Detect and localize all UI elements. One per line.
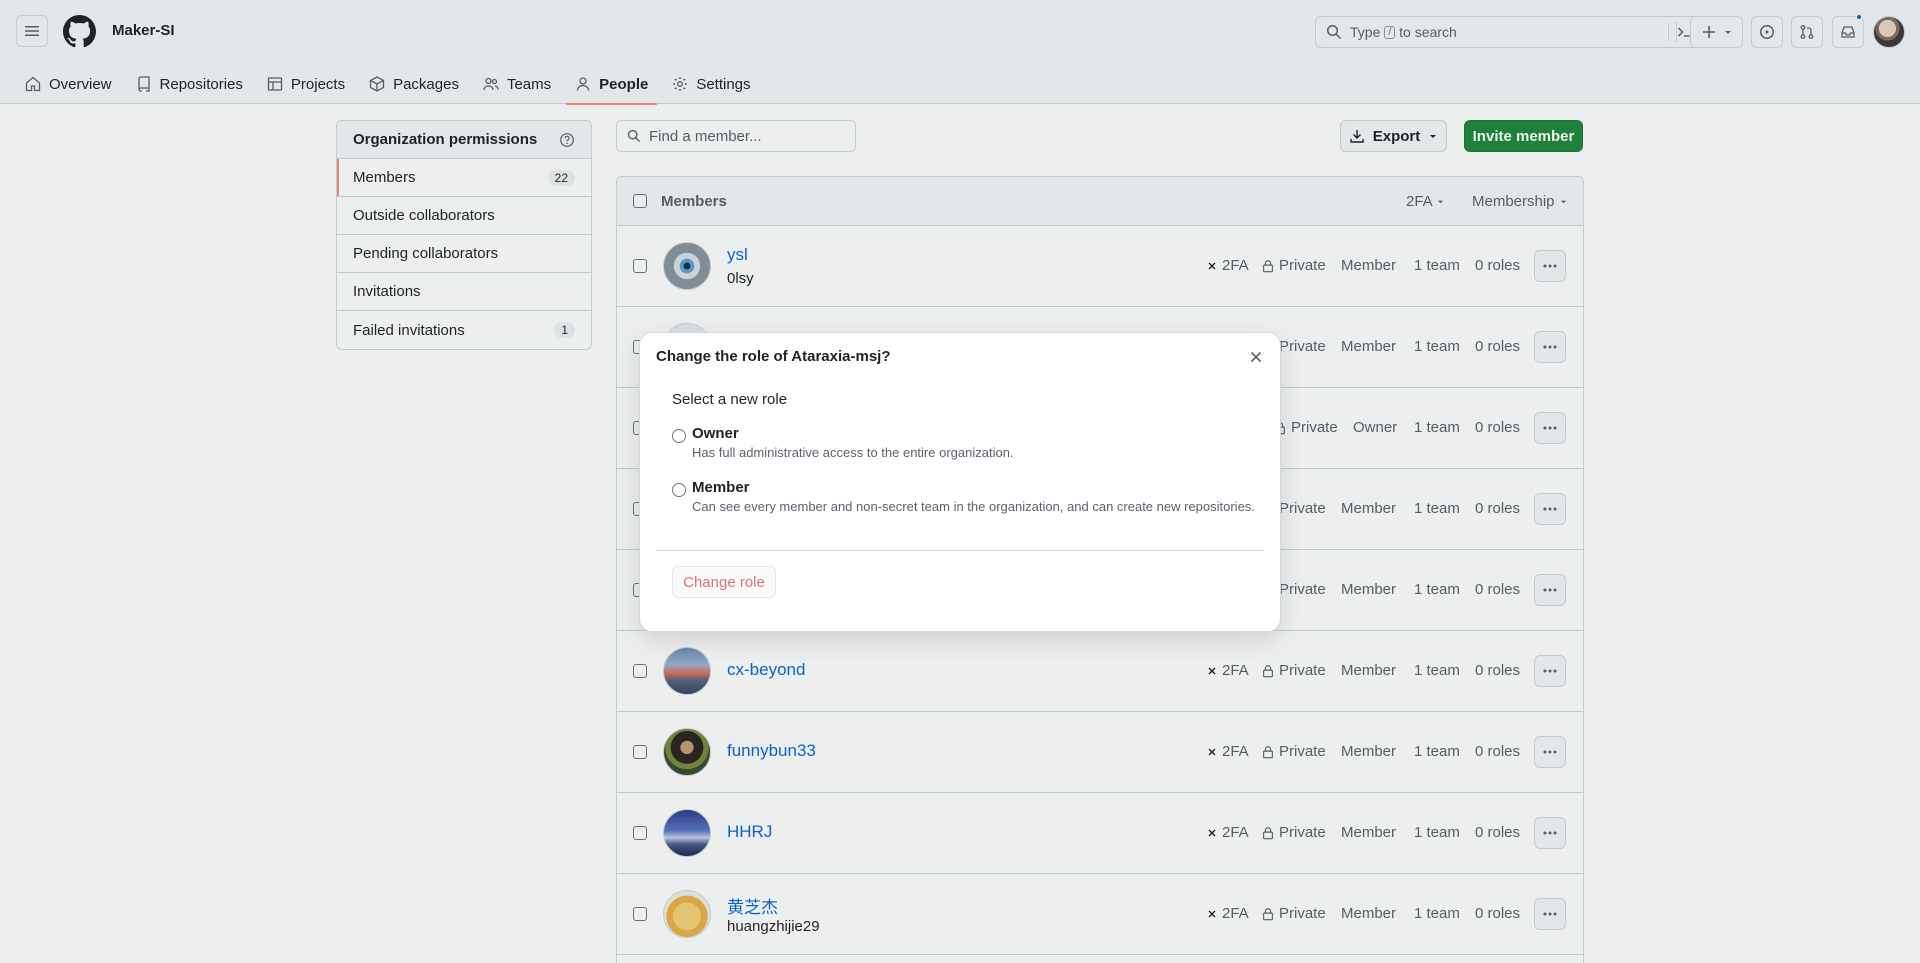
owner-radio[interactable]	[672, 429, 686, 443]
dialog-title: Change the role of Ataraxia-msj?	[656, 348, 891, 365]
role-option-description: Can see every member and non-secret team…	[692, 499, 1255, 514]
dialog-divider	[656, 550, 1264, 551]
change-role-button[interactable]: Change role	[672, 566, 776, 598]
dialog-close-button[interactable]	[1244, 345, 1268, 369]
role-fieldset-legend: Select a new role	[672, 391, 788, 408]
role-option-label[interactable]: Owner	[692, 425, 739, 442]
role-option-label[interactable]: Member	[692, 479, 750, 496]
close-icon	[1250, 351, 1262, 363]
change-role-dialog: Change the role of Ataraxia-msj? Select …	[640, 333, 1280, 631]
member-radio[interactable]	[672, 483, 686, 497]
role-option-description: Has full administrative access to the en…	[692, 445, 1014, 460]
